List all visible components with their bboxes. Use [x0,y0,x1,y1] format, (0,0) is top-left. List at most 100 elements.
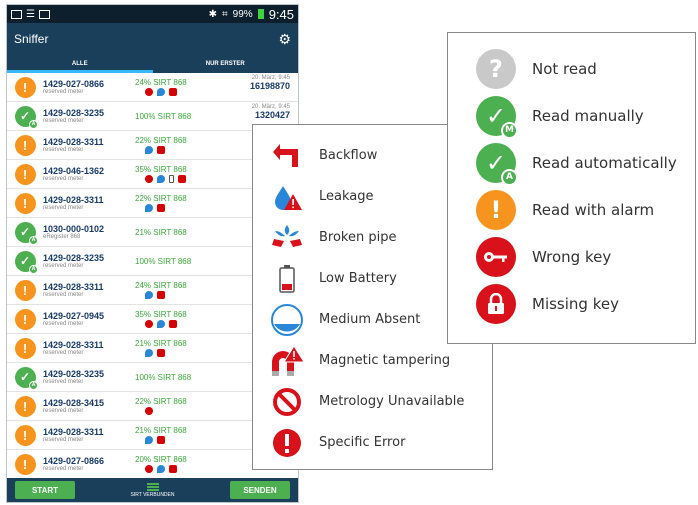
leakage-icon [157,175,165,183]
meter-type: reserved meter [43,321,84,327]
read-automatically-icon: ✓ A [14,221,38,245]
meter-number: 1429-027-0945 [43,311,105,321]
medium-absent-icon [265,303,309,337]
meter-type: reserved meter [43,350,84,356]
broken-pipe-icon [145,175,153,183]
signal-text: 100% SIRT 868 [135,111,192,121]
low-battery-icon [169,175,174,183]
read-with-alarm-icon: ! [14,395,36,417]
meter-number: 1429-028-3311 [43,137,104,147]
magnetic-tampering-icon [157,291,165,299]
battery-percent: 99% [232,8,253,20]
status-legend: ? Not read ✓ M Read manually ✓ A Read auto… [447,32,696,344]
leakage-icon [157,88,165,96]
signal-text: 100% SIRT 868 [135,372,192,382]
legend-item-missing-key: Missing key [472,280,695,327]
backflow-icon [265,139,309,173]
signal-text: 35% SIRT 868 [135,165,187,174]
meter-type: reserved meter [43,176,84,182]
leakage-icon [145,291,153,299]
connection-label: SIRT VERBUNDEN [130,491,175,498]
menu-bars-icon [146,482,159,491]
start-button[interactable]: START [15,481,75,499]
tab-bar: ALLE NUR ERSTER [7,55,298,73]
signal-icon: ⌗ [222,8,228,20]
read-with-alarm-icon: ! [14,424,36,446]
meter-value: 16198870 [249,81,290,91]
missing-key-icon [476,283,516,324]
meter-number: 1429-028-3235 [43,369,105,379]
read-with-alarm-icon: ! [14,163,36,185]
magnetic-tampering-icon [169,88,177,96]
leakage-icon [145,146,153,154]
list-item[interactable]: ! 1429-027-0866 reserved meter 24% SIRT 8… [7,73,298,102]
legend-item-read-automatically: ✓ A Read automatically [472,139,695,186]
legend-item-magnetic-tampering: Magnetic tampering [265,340,492,381]
legend-item-specific-error: Specific Error [265,422,492,463]
battery-icon [257,9,264,19]
magnetic-tampering-icon [169,465,177,473]
magnetic-tampering-icon [265,344,309,378]
leakage-icon [157,465,165,473]
leakage-icon [145,204,153,212]
magnetic-tampering-icon [157,436,165,444]
leakage-icon [157,320,165,328]
meter-number: 1429-028-3311 [43,340,104,350]
signal-text: 21% SIRT 868 [135,339,187,348]
gear-icon[interactable]: ⚙ [278,31,291,48]
leakage-icon [145,349,153,357]
read-with-alarm-icon: ! [14,453,36,475]
signal-text: 22% SIRT 868 [135,136,187,145]
magnetic-tampering-icon [157,204,165,212]
magnetic-tampering-icon [157,349,165,357]
meter-type: reserved meter [43,147,84,153]
signal-text: 20% SIRT 868 [135,455,187,464]
not-read-icon: ? [476,48,516,89]
send-button[interactable]: SENDEN [230,481,290,499]
specific-error-icon [145,88,153,96]
metrology-unavailable-icon [265,385,309,419]
auto-badge: A [501,168,518,186]
meter-number: 1429-028-3415 [43,398,105,408]
manual-badge: M [501,121,518,139]
meter-number: 1429-028-3311 [43,427,104,437]
read-automatically-icon: ✓ A [14,366,38,390]
leakage-icon [145,436,153,444]
signal-text: 35% SIRT 868 [135,310,187,319]
signal-text: 24% SIRT 868 [135,78,187,87]
app-title: Sniffer [14,32,49,46]
specific-error-icon [145,320,153,328]
bluetooth-icon: ✱ [208,8,218,20]
leakage-icon [265,180,309,214]
meter-type: reserved meter [43,118,84,124]
low-battery-icon [265,262,309,296]
tab-nur-erster[interactable]: NUR ERSTER [153,55,299,73]
broken-pipe-icon [265,221,309,255]
menu-icon: ☰ [26,8,35,20]
meter-number: 1429-028-3235 [43,253,105,263]
meter-type: reserved meter [43,466,84,472]
gallery-icon [11,9,22,19]
signal-text: 21% SIRT 868 [135,426,187,435]
meter-type: reserved meter [43,89,84,95]
meter-value: 1320427 [254,110,290,120]
meter-type: reserved meter [43,263,84,269]
meter-type: reserved meter [43,205,84,211]
signal-text: 100% SIRT 868 [135,256,192,266]
bottom-bar: START SIRT VERBUNDEN SENDEN [7,478,298,502]
signal-text: 22% SIRT 868 [135,397,187,406]
read-with-alarm-icon: ! [14,76,36,98]
meter-number: 1429-028-3311 [43,282,104,292]
magnetic-tampering-icon [178,175,186,183]
read-with-alarm-icon: ! [14,308,36,330]
connection-status: SIRT VERBUNDEN [130,482,175,498]
tab-alle[interactable]: ALLE [7,55,153,73]
meter-number: 1429-028-3311 [43,195,104,205]
read-with-alarm-icon: ! [14,337,36,359]
meter-type: eRegister 868 [43,234,81,240]
legend-item-read-with-alarm: ! Read with alarm [472,186,695,233]
signal-text: 24% SIRT 868 [135,281,187,290]
read-with-alarm-icon: ! [14,192,36,214]
wrong-key-icon [476,236,516,277]
specific-error-icon [145,465,153,473]
